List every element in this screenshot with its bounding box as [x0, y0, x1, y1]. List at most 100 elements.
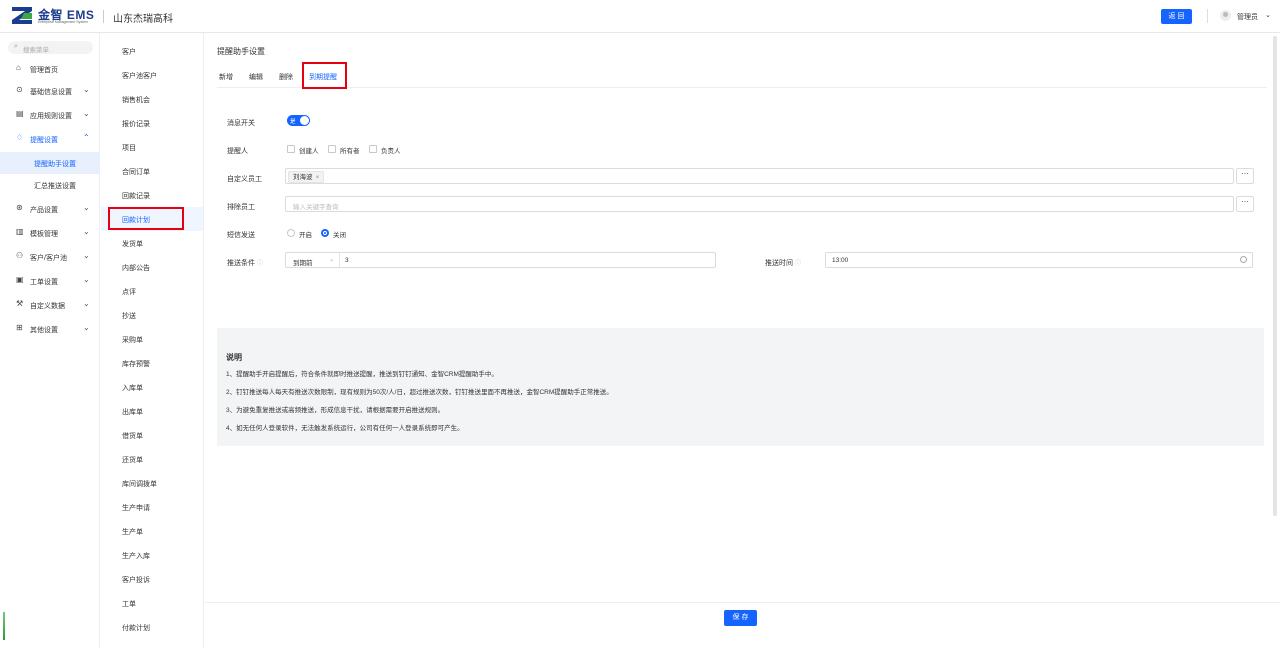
sidebar-item-custom-data[interactable]: ⚒ 自定义数据 ⌄: [0, 294, 100, 316]
chevron-down-icon[interactable]: ⌄: [1265, 11, 1271, 19]
module-item-label: 客户池客户: [122, 73, 157, 80]
sidebar-item-label: 管理首页: [30, 67, 58, 74]
creator-checkbox[interactable]: [287, 145, 295, 153]
tab-add[interactable]: 新增: [219, 72, 233, 82]
sms-off-radio[interactable]: [321, 229, 329, 237]
sidebar-item-template[interactable]: ▥ 模板管理 ⌄: [0, 222, 100, 244]
more-options-button[interactable]: ···: [1236, 168, 1254, 184]
help-icon: ⓘ: [257, 261, 264, 267]
chevron-down-icon: ⌄: [83, 203, 90, 212]
principal-checkbox[interactable]: [369, 145, 377, 153]
top-header: 金智 EMS Enterprise Management System 山东杰瑞…: [0, 0, 1280, 33]
module-item[interactable]: 生产入库: [101, 543, 203, 567]
module-item[interactable]: 回款记录: [101, 183, 203, 207]
module-item-label: 付款计划: [122, 625, 150, 632]
owner-checkbox-label: 所有者: [340, 148, 360, 155]
push-time-field[interactable]: [825, 252, 1253, 268]
module-item[interactable]: 出库单: [101, 399, 203, 423]
message-switch-toggle[interactable]: 是: [287, 115, 310, 126]
condition-divider: [339, 253, 340, 267]
condition-label: 推送条件 ⓘ: [227, 258, 263, 268]
chevron-down-icon: ⌄: [83, 299, 90, 308]
highlight-box-due-reminder: [302, 62, 347, 89]
module-item[interactable]: 内部公告: [101, 255, 203, 279]
condition-label-text: 推送条件: [227, 260, 255, 267]
page-scrollbar[interactable]: [1273, 36, 1277, 516]
switch-label: 消息开关: [227, 120, 255, 127]
module-item[interactable]: 报价记录: [101, 111, 203, 135]
user-name[interactable]: 管理员: [1237, 12, 1258, 22]
module-item-label: 借货单: [122, 433, 143, 440]
module-item[interactable]: 付款计划: [101, 615, 203, 639]
module-item[interactable]: 客户投诉: [101, 567, 203, 591]
search-icon: ⌕: [14, 43, 18, 50]
bottom-action-bar: 保 存: [205, 602, 1280, 648]
work-order-icon: ▣: [16, 275, 24, 284]
module-item[interactable]: 生产申请: [101, 495, 203, 519]
module-item[interactable]: 销售机会: [101, 87, 203, 111]
close-icon[interactable]: ×: [316, 174, 320, 181]
module-item-label: 入库单: [122, 385, 143, 392]
tab-delete[interactable]: 删除: [279, 72, 293, 82]
return-button[interactable]: 返 回: [1161, 9, 1192, 24]
search-placeholder: 搜索菜单: [23, 47, 49, 54]
sidebar-subitem-summary-push[interactable]: 汇总推送设置: [0, 174, 100, 196]
module-item[interactable]: 合同订单: [101, 159, 203, 183]
module-item[interactable]: 采购单: [101, 327, 203, 351]
module-item[interactable]: 发货单: [101, 231, 203, 255]
module-item[interactable]: 抄送: [101, 303, 203, 327]
sidebar-item-customer[interactable]: ⚇ 客户/客户池 ⌄: [0, 246, 100, 268]
sidebar-item-product[interactable]: ⊛ 产品设置 ⌄: [0, 198, 100, 220]
save-button[interactable]: 保 存: [724, 610, 757, 626]
sidebar-item-label: 应用规则设置: [30, 113, 72, 120]
instruction-line: 3、为避免重复推送或高频推送，形成信息干扰，请根据需要开启推送规则。: [226, 407, 445, 414]
module-item-label: 生产单: [122, 529, 143, 536]
push-time-label-text: 推送时间: [765, 260, 793, 267]
sidebar-item-work-order[interactable]: ▣ 工单设置 ⌄: [0, 270, 100, 292]
module-item[interactable]: 客户: [101, 39, 203, 63]
user-avatar-icon[interactable]: [1220, 10, 1231, 21]
header-divider: [103, 10, 104, 23]
owner-checkbox[interactable]: [328, 145, 336, 153]
sms-on-radio[interactable]: [287, 229, 295, 237]
module-item[interactable]: 还货单: [101, 447, 203, 471]
tab-edit[interactable]: 编辑: [249, 72, 263, 82]
module-item[interactable]: 客户池客户: [101, 63, 203, 87]
toggle-knob: [300, 116, 309, 125]
condition-select[interactable]: 到期前: [293, 257, 313, 267]
chevron-down-icon: ⌄: [83, 109, 90, 118]
module-item-label: 报价记录: [122, 121, 150, 128]
document-icon: ▤: [16, 109, 24, 118]
module-item[interactable]: 工单: [101, 591, 203, 615]
sidebar-subitem-reminder-assistant[interactable]: 提醒助手设置: [0, 152, 100, 174]
sidebar-item-label: 客户/客户池: [30, 255, 67, 262]
module-item-label: 库存预警: [122, 361, 150, 368]
instruction-line: 2、钉钉推送每人每天有推送次数限制，现有规则为50次/人/日，超过推送次数，钉钉…: [226, 389, 613, 396]
chevron-down-icon: ⌄: [83, 275, 90, 284]
clock-icon[interactable]: [1240, 256, 1247, 263]
sidebar-subitem-label: 提醒助手设置: [34, 161, 76, 168]
module-item[interactable]: 生产单: [101, 519, 203, 543]
module-item[interactable]: 库间调拨单: [101, 471, 203, 495]
condition-days-input[interactable]: 3: [345, 257, 349, 264]
help-icon: ⓘ: [795, 261, 802, 267]
exclude-staff-field[interactable]: [285, 196, 1234, 212]
sidebar-item-basic-info[interactable]: ⊙ 基础信息设置 ⌄: [0, 80, 100, 102]
menu-search-input[interactable]: ⌕ 搜索菜单: [8, 41, 93, 54]
module-item[interactable]: 借货单: [101, 423, 203, 447]
module-item[interactable]: 项目: [101, 135, 203, 159]
module-item[interactable]: 入库单: [101, 375, 203, 399]
sidebar-item-other[interactable]: ⊞ 其他设置 ⌄: [0, 318, 100, 340]
custom-staff-label: 自定义员工: [227, 176, 262, 183]
sidebar-item-home[interactable]: ⌂ 管理首页: [0, 58, 100, 80]
custom-staff-field[interactable]: [285, 168, 1234, 184]
module-item[interactable]: 库存预警: [101, 351, 203, 375]
more-options-button[interactable]: ···: [1236, 196, 1254, 212]
sidebar-item-label: 提醒设置: [30, 137, 58, 144]
sidebar-item-reminder[interactable]: ♢ 提醒设置 ⌃: [0, 128, 100, 150]
chevron-down-icon[interactable]: ⌄: [329, 255, 334, 263]
staff-tag: 刘海波 ×: [288, 171, 325, 183]
instructions-panel: 说明 1、提醒助手开启提醒后，符合条件就即时推送提醒，推送到钉钉通知、金智CRM…: [217, 328, 1264, 446]
sidebar-item-app-rules[interactable]: ▤ 应用规则设置 ⌄: [0, 104, 100, 126]
module-item[interactable]: 点评: [101, 279, 203, 303]
